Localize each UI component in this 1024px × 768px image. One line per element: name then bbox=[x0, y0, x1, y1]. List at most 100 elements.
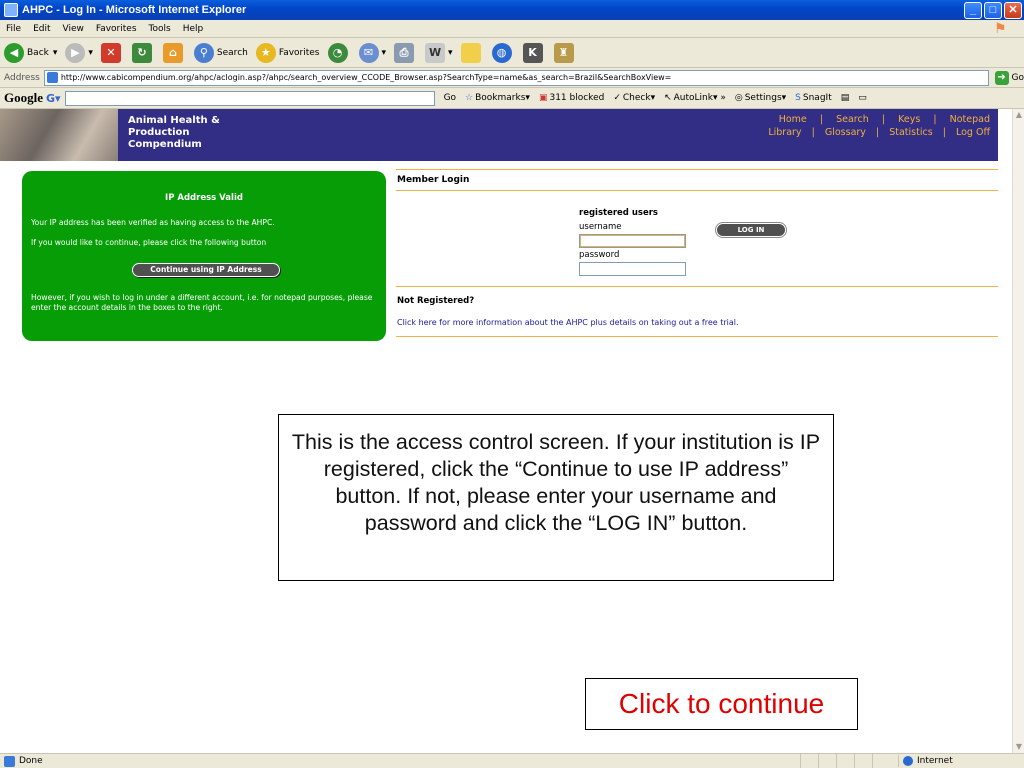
continue-ip-button[interactable]: Continue using IP Address bbox=[132, 263, 280, 277]
mail-dropdown-icon[interactable]: ▾ bbox=[382, 48, 387, 58]
ip-valid-title: IP Address Valid bbox=[165, 193, 243, 203]
popup-blocker-icon: ▣ bbox=[538, 93, 548, 103]
mail-button[interactable]: ✉ ▾ bbox=[358, 42, 387, 63]
snagit-icon: S bbox=[795, 93, 801, 103]
nav-search[interactable]: Search bbox=[836, 114, 869, 125]
username-input[interactable] bbox=[579, 234, 686, 248]
history-button[interactable]: ◔ bbox=[327, 42, 351, 63]
google-g-icon[interactable]: G▾ bbox=[46, 92, 61, 105]
autolink-icon: ↖ bbox=[664, 93, 672, 103]
nav-separator: | bbox=[927, 114, 943, 125]
research-button[interactable]: K bbox=[522, 42, 546, 63]
log-in-button[interactable]: LOG IN bbox=[715, 222, 787, 238]
nav-statistics[interactable]: Statistics bbox=[889, 127, 932, 138]
snagit-button[interactable]: S SnagIt bbox=[795, 93, 832, 103]
ip-other-account-text: However, if you wish to log in under a d… bbox=[31, 293, 373, 312]
header-photo bbox=[0, 109, 118, 161]
site-header: Animal Health & Production Compendium Ho… bbox=[0, 109, 998, 161]
login-form: registered users username password LOG I… bbox=[396, 191, 998, 287]
discuss-button[interactable]: ♜ bbox=[553, 42, 577, 63]
maximize-button[interactable]: □ bbox=[984, 2, 1002, 19]
refresh-icon: ↻ bbox=[131, 42, 152, 63]
ip-continue-text: If you would like to continue, please cl… bbox=[31, 238, 267, 247]
mail-icon: ✉ bbox=[358, 42, 379, 63]
forward-button[interactable]: ▶ ▾ bbox=[65, 42, 93, 63]
bookmarks-button[interactable]: ☆ Bookmarks ▾ bbox=[465, 93, 530, 103]
google-go-button[interactable]: Go bbox=[444, 93, 456, 103]
address-bar: Address http://www.cabicompendium.org/ah… bbox=[0, 68, 1024, 88]
nav-keys[interactable]: Keys bbox=[898, 114, 920, 125]
stop-button[interactable]: ✕ bbox=[100, 42, 124, 63]
globe-icon: ◍ bbox=[491, 42, 512, 63]
window-controls: _ □ ✕ bbox=[964, 2, 1022, 19]
windows-logo-icon: ⚑ bbox=[994, 21, 1007, 37]
ip-verified-text: Your IP address has been verified as hav… bbox=[31, 218, 275, 227]
edit-dropdown-icon[interactable]: ▾ bbox=[448, 48, 453, 58]
folder-button[interactable] bbox=[460, 42, 484, 63]
capture-window-icon[interactable]: ▤ bbox=[841, 93, 850, 103]
not-registered-section: Not Registered? Click here for more info… bbox=[396, 287, 998, 337]
home-button[interactable]: ⌂ bbox=[162, 42, 186, 63]
history-icon: ◔ bbox=[327, 42, 348, 63]
menu-favorites[interactable]: Favorites bbox=[96, 24, 137, 34]
ie-app-icon bbox=[4, 3, 18, 17]
favorites-button[interactable]: ★ Favorites bbox=[255, 42, 320, 63]
capture-region-icon[interactable]: ▭ bbox=[858, 93, 867, 103]
nav-notepad[interactable]: Notepad bbox=[950, 114, 990, 125]
site-brand[interactable]: Animal Health & Production Compendium bbox=[128, 115, 220, 151]
search-button[interactable]: ⚲ Search bbox=[193, 42, 248, 63]
messenger-button[interactable]: ◍ bbox=[491, 42, 515, 63]
popup-blocked-button[interactable]: ▣ 311 blocked bbox=[539, 93, 604, 103]
nav-separator: | bbox=[939, 127, 949, 138]
refresh-button[interactable]: ↻ bbox=[131, 42, 155, 63]
autolink-button[interactable]: ↖ AutoLink ▾ » bbox=[664, 93, 726, 103]
google-search-input[interactable] bbox=[64, 90, 435, 106]
discuss-icon: ♜ bbox=[553, 42, 574, 63]
scroll-down-icon[interactable]: ▼ bbox=[1013, 741, 1024, 753]
page-done-icon bbox=[4, 755, 15, 767]
search-icon: ⚲ bbox=[193, 42, 214, 63]
password-input[interactable] bbox=[579, 262, 686, 276]
ip-valid-panel: IP Address Valid Your IP address has bee… bbox=[22, 171, 386, 341]
click-to-continue-button[interactable]: Click to continue bbox=[585, 678, 858, 730]
nav-glossary[interactable]: Glossary bbox=[825, 127, 866, 138]
bookmark-star-icon: ☆ bbox=[465, 93, 474, 103]
forward-dropdown-icon[interactable]: ▾ bbox=[88, 48, 93, 58]
print-button[interactable]: ⎙ bbox=[394, 42, 417, 63]
edit-page-icon: W bbox=[425, 42, 446, 63]
address-url: http://www.cabicompendium.org/ahpc/aclog… bbox=[60, 73, 672, 82]
nav-home[interactable]: Home bbox=[779, 114, 807, 125]
edit-button[interactable]: W ▾ bbox=[425, 42, 453, 63]
window-title: AHPC - Log In - Microsoft Internet Explo… bbox=[22, 4, 247, 16]
menu-file[interactable]: File bbox=[6, 24, 21, 34]
menu-bar: File Edit View Favorites Tools Help ⚑ bbox=[0, 20, 1024, 38]
go-button[interactable]: ➜ Go bbox=[994, 70, 1024, 85]
settings-button[interactable]: ◎ Settings ▾ bbox=[735, 93, 786, 103]
nav-log-off[interactable]: Log Off bbox=[956, 127, 990, 138]
back-button[interactable]: ◀ Back ▾ bbox=[4, 42, 58, 63]
browser-toolbar: ◀ Back ▾ ▶ ▾ ✕ ↻ ⌂ ⚲ Search ★ Favorites … bbox=[0, 38, 1024, 68]
menu-tools[interactable]: Tools bbox=[149, 24, 171, 34]
nav-library[interactable]: Library bbox=[768, 127, 801, 138]
menu-view[interactable]: View bbox=[63, 24, 84, 34]
scroll-up-icon[interactable]: ▲ bbox=[1013, 109, 1024, 121]
page-icon bbox=[46, 72, 58, 83]
menu-edit[interactable]: Edit bbox=[33, 24, 50, 34]
address-input[interactable]: http://www.cabicompendium.org/ahpc/aclog… bbox=[43, 69, 989, 86]
settings-icon: ◎ bbox=[734, 93, 743, 103]
nav-separator: | bbox=[808, 127, 818, 138]
status-text: Done bbox=[19, 756, 43, 766]
minimize-button[interactable]: _ bbox=[964, 2, 982, 19]
instruction-callout: This is the access control screen. If yo… bbox=[278, 414, 834, 581]
google-logo[interactable]: Google bbox=[4, 90, 43, 106]
home-icon: ⌂ bbox=[162, 42, 183, 63]
back-dropdown-icon[interactable]: ▾ bbox=[53, 48, 58, 58]
menu-help[interactable]: Help bbox=[183, 24, 204, 34]
vertical-scrollbar[interactable]: ▲ ▼ bbox=[1012, 109, 1024, 753]
close-button[interactable]: ✕ bbox=[1004, 2, 1022, 19]
back-arrow-icon: ◀ bbox=[4, 42, 24, 63]
spell-check-button[interactable]: ✓ Check ▾ bbox=[613, 93, 655, 103]
printer-icon: ⎙ bbox=[394, 42, 415, 63]
free-trial-link[interactable]: Click here for more information about th… bbox=[397, 318, 739, 327]
member-login-heading: Member Login bbox=[396, 169, 998, 191]
